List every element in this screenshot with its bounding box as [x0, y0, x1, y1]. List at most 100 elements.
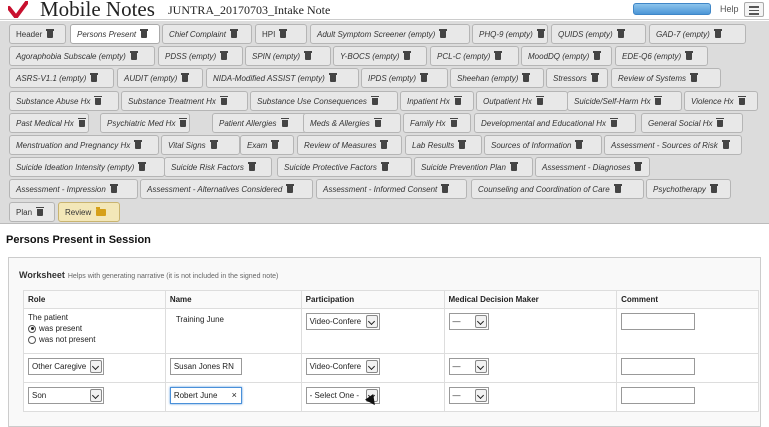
chevron-down-icon[interactable]	[365, 360, 378, 373]
trash-icon[interactable]	[179, 117, 188, 127]
chevron-down-icon[interactable]	[474, 360, 487, 373]
role-select[interactable]: Other Caregive	[28, 358, 104, 375]
trash-icon[interactable]	[373, 117, 382, 127]
radio-was-not-present[interactable]: was not present	[28, 335, 161, 344]
trash-icon[interactable]	[509, 162, 518, 172]
trash-icon[interactable]	[709, 184, 718, 194]
tab-vital-signs[interactable]: Vital Signs	[161, 135, 240, 155]
tab-spin-empty[interactable]: SPIN (empty)	[245, 46, 331, 67]
tab-patient-allergies[interactable]: Patient Allergies	[212, 112, 307, 133]
trash-icon[interactable]	[593, 51, 602, 61]
trash-icon[interactable]	[247, 162, 256, 172]
tab-persons-present[interactable]: Persons Present	[70, 24, 160, 44]
tab-mooddq-empty[interactable]: MoodDQ (empty)	[521, 46, 612, 67]
name-input[interactable]: Susan Jones RN	[169, 358, 242, 375]
trash-icon[interactable]	[140, 29, 149, 38]
chevron-down-icon[interactable]	[90, 360, 102, 373]
trash-icon[interactable]	[685, 51, 694, 61]
trash-icon[interactable]	[229, 29, 238, 38]
trash-icon[interactable]	[441, 184, 450, 194]
trash-icon[interactable]	[138, 162, 147, 172]
comment-input[interactable]	[621, 313, 696, 330]
trash-icon[interactable]	[209, 140, 218, 149]
trash-icon[interactable]	[654, 95, 663, 105]
trash-icon[interactable]	[271, 140, 280, 149]
tab-psychiatric-med-hx[interactable]: Psychiatric Med Hx	[100, 112, 190, 133]
tab-audit-empty[interactable]: AUDIT (empty)	[117, 68, 203, 89]
trash-icon[interactable]	[220, 51, 229, 61]
trash-icon[interactable]	[449, 117, 458, 127]
trash-icon[interactable]	[279, 29, 288, 38]
tab-pdss-empty[interactable]: PDSS (empty)	[158, 46, 243, 67]
trash-icon[interactable]	[181, 73, 190, 83]
tab-developmental-and-educational-hx[interactable]: Developmental and Educational Hx	[474, 112, 636, 133]
trash-icon[interactable]	[616, 29, 625, 38]
mdm-select[interactable]: —	[448, 358, 489, 375]
comment-input[interactable]	[621, 387, 696, 404]
tab-substance-abuse-hx[interactable]: Substance Abuse Hx	[9, 90, 119, 111]
tab-exam[interactable]: Exam	[240, 135, 294, 155]
trash-icon[interactable]	[380, 162, 389, 172]
radio-checked-icon[interactable]	[28, 324, 36, 333]
tab-violence-hx[interactable]: Violence Hx	[684, 90, 758, 111]
tab-psychotherapy[interactable]: Psychotherapy	[646, 179, 731, 200]
trash-icon[interactable]	[458, 140, 467, 149]
trash-icon[interactable]	[280, 117, 289, 127]
name-input[interactable]: Robert June ×	[169, 387, 242, 404]
chevron-down-icon[interactable]	[474, 389, 487, 402]
tab-assessment-alternatives-considered[interactable]: Assessment - Alternatives Considered	[140, 179, 313, 200]
trash-icon[interactable]	[535, 95, 544, 105]
trash-icon[interactable]	[721, 140, 730, 149]
comment-input[interactable]	[621, 358, 696, 375]
mdm-select[interactable]: —	[448, 313, 489, 330]
trash-icon[interactable]	[90, 73, 99, 83]
clear-icon[interactable]: ×	[232, 388, 237, 403]
trash-icon[interactable]	[109, 184, 118, 194]
chevron-down-icon[interactable]	[365, 315, 378, 328]
tab-asrs-v1-1-empty[interactable]: ASRS-V1.1 (empty)	[9, 68, 114, 89]
trash-icon[interactable]	[737, 95, 746, 105]
tab-agoraphobia-subscale-empty[interactable]: Agoraphobia Subscale (empty)	[9, 46, 155, 67]
tab-suicide-risk-factors[interactable]: Suicide Risk Factors	[164, 157, 272, 178]
tab-assessment-sources-of-risk[interactable]: Assessment - Sources of Risk	[604, 135, 742, 155]
tab-meds-allergies[interactable]: Meds & Allergies	[303, 112, 401, 133]
mdm-select[interactable]: —	[448, 387, 489, 404]
tab-chief-complaint[interactable]: Chief Complaint	[162, 24, 252, 44]
menu-icon[interactable]	[744, 2, 764, 17]
trash-icon[interactable]	[609, 117, 618, 127]
trash-icon[interactable]	[453, 95, 462, 105]
tab-menstruation-and-pregnancy-hx[interactable]: Menstruation and Pregnancy Hx	[9, 135, 159, 155]
trash-icon[interactable]	[522, 73, 531, 83]
tab-assessment-informed-consent[interactable]: Assessment - Informed Consent	[316, 179, 467, 200]
trash-icon[interactable]	[328, 73, 337, 83]
tab-phq-9-empty[interactable]: PHQ-9 (empty)	[472, 24, 548, 44]
tab-ede-q6-empty[interactable]: EDE-Q6 (empty)	[615, 46, 708, 67]
tab-past-medical-hx[interactable]: Past Medical Hx	[9, 112, 89, 133]
chevron-down-icon[interactable]	[90, 389, 102, 402]
trash-icon[interactable]	[536, 29, 545, 38]
tab-counseling-and-coordination-of-care[interactable]: Counseling and Coordination of Care	[471, 179, 644, 200]
tab-assessment-impression[interactable]: Assessment - Impression	[9, 179, 138, 200]
tab-lab-results[interactable]: Lab Results	[405, 135, 482, 155]
tab-pcl-c-empty[interactable]: PCL-C (empty)	[430, 46, 519, 67]
tab-substance-treatment-hx[interactable]: Substance Treatment Hx	[121, 90, 248, 111]
trash-icon[interactable]	[36, 206, 45, 216]
trash-icon[interactable]	[716, 117, 725, 127]
tab-assessment-diagnoses[interactable]: Assessment - Diagnoses	[535, 157, 650, 178]
trash-icon[interactable]	[380, 140, 389, 149]
tab-quids-empty[interactable]: QUIDS (empty)	[551, 24, 646, 44]
tab-suicide-ideation-intensity-empty[interactable]: Suicide Ideation Intensity (empty)	[9, 157, 165, 178]
tab-nida-modified-assist-empty[interactable]: NIDA-Modified ASSIST (empty)	[206, 68, 359, 89]
trash-icon[interactable]	[134, 140, 143, 149]
tab-gad-7-empty[interactable]: GAD-7 (empty)	[649, 24, 746, 44]
tab-stressors[interactable]: Stressors	[546, 68, 608, 89]
role-select[interactable]: Son	[28, 387, 104, 404]
tab-inpatient-hx[interactable]: Inpatient Hx	[400, 90, 474, 111]
tab-ipds-empty[interactable]: IPDS (empty)	[361, 68, 448, 89]
trash-icon[interactable]	[613, 184, 622, 194]
trash-icon[interactable]	[219, 95, 228, 105]
trash-icon[interactable]	[439, 29, 448, 38]
trash-icon[interactable]	[304, 51, 313, 61]
trash-icon[interactable]	[690, 73, 699, 83]
radio-unchecked-icon[interactable]	[28, 335, 36, 344]
